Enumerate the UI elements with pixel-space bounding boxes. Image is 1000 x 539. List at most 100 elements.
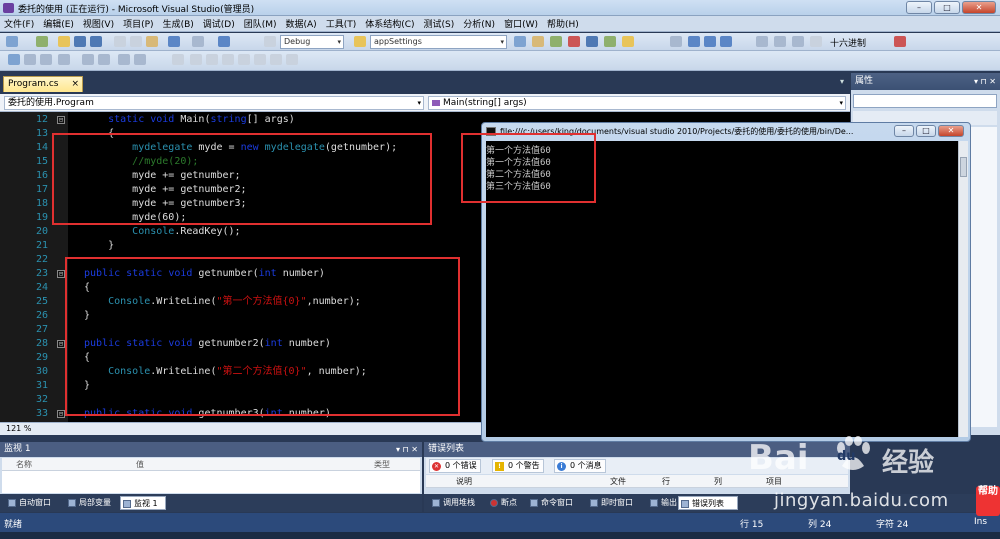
hex-display-toggle[interactable]: 十六进制 — [830, 36, 866, 49]
col-value[interactable]: 值 — [136, 459, 144, 470]
stop-debug-icon[interactable] — [704, 36, 716, 47]
errors-filter-button[interactable]: ✕ 0 个错误 — [429, 459, 481, 473]
bookmark-next-doc-icon[interactable] — [270, 54, 282, 65]
quick-info-icon[interactable] — [40, 54, 52, 65]
bookmark-prev-folder-icon[interactable] — [222, 54, 234, 65]
fold-toggle-icon[interactable]: ⊟ — [57, 410, 65, 418]
panel-buttons[interactable]: ▾ ⊓ ✕ — [974, 73, 996, 90]
tab-immediate-window[interactable]: 即时窗口 — [588, 496, 633, 510]
parameter-info-icon[interactable] — [24, 54, 36, 65]
quick-watch-icon[interactable] — [810, 36, 822, 47]
save-icon[interactable] — [74, 36, 86, 47]
bookmark-toggle-icon[interactable] — [172, 54, 184, 65]
minimize-button[interactable]: – — [906, 1, 932, 14]
decrease-indent-icon[interactable] — [82, 54, 94, 65]
bookmark-prev-icon[interactable] — [190, 54, 202, 65]
find-in-files-icon[interactable] — [354, 36, 366, 47]
breakpoints-icon[interactable] — [894, 36, 906, 47]
restart-icon[interactable] — [720, 36, 732, 47]
tab-list-dropdown-icon[interactable]: ▾ — [840, 77, 844, 86]
tab-watch1[interactable]: 监视 1 — [120, 496, 166, 510]
zoom-level[interactable]: 121 % — [6, 424, 31, 433]
new-project-icon[interactable] — [6, 36, 18, 47]
cut-icon[interactable] — [114, 36, 126, 47]
start-debug-icon[interactable] — [264, 36, 276, 47]
tab-error-list[interactable]: 错误列表 — [678, 496, 738, 510]
save-all-icon[interactable] — [90, 36, 102, 47]
member-dropdown[interactable]: Main(string[] args) ▾ — [428, 96, 846, 110]
continue-icon[interactable] — [670, 36, 682, 47]
break-all-icon[interactable] — [688, 36, 700, 47]
console-scrollbar[interactable] — [958, 141, 968, 437]
object-browser-icon[interactable] — [550, 36, 562, 47]
step-into-icon[interactable] — [756, 36, 768, 47]
menu-edit[interactable]: 编辑(E) — [43, 17, 74, 30]
bookmark-prev-doc-icon[interactable] — [254, 54, 266, 65]
col-project[interactable]: 项目 — [766, 476, 782, 487]
properties-icon[interactable] — [532, 36, 544, 47]
menu-architecture[interactable]: 体系结构(C) — [365, 17, 414, 30]
menu-view[interactable]: 视图(V) — [83, 17, 114, 30]
comment-out-icon[interactable] — [118, 54, 130, 65]
warnings-filter-button[interactable]: ! 0 个警告 — [492, 459, 544, 473]
scrollbar-thumb[interactable] — [960, 157, 967, 177]
navigate-back-icon[interactable] — [218, 36, 230, 47]
menu-tools[interactable]: 工具(T) — [326, 17, 357, 30]
close-button[interactable]: ✕ — [962, 1, 996, 14]
copy-icon[interactable] — [130, 36, 142, 47]
menu-debug[interactable]: 调试(D) — [203, 17, 235, 30]
maximize-button[interactable]: □ — [934, 1, 960, 14]
watch-body[interactable] — [2, 471, 420, 493]
tab-autos[interactable]: 自动窗口 — [6, 496, 51, 510]
help-badge[interactable]: 帮助 — [976, 486, 1000, 516]
display-object-member-list-icon[interactable] — [8, 54, 20, 65]
clear-bookmarks-icon[interactable] — [286, 54, 298, 65]
menu-help[interactable]: 帮助(H) — [547, 17, 579, 30]
find-combo[interactable]: appSettings ▾ — [370, 35, 507, 49]
tab-breakpoints[interactable]: 断点 — [488, 496, 517, 510]
team-explorer-icon[interactable] — [586, 36, 598, 47]
col-file[interactable]: 文件 — [610, 476, 626, 487]
col-column[interactable]: 列 — [714, 476, 722, 487]
tab-command-window[interactable]: 命令窗口 — [528, 496, 573, 510]
menu-data[interactable]: 数据(A) — [286, 17, 317, 30]
step-out-icon[interactable] — [792, 36, 804, 47]
redo-icon[interactable] — [192, 36, 204, 47]
tab-locals[interactable]: 局部变量 — [66, 496, 111, 510]
close-tab-icon[interactable]: × — [71, 77, 79, 92]
start-page-icon[interactable] — [622, 36, 634, 47]
fold-toggle-icon[interactable]: ⊟ — [57, 270, 65, 278]
bookmark-next-folder-icon[interactable] — [238, 54, 250, 65]
tab-call-stack[interactable]: 调用堆栈 — [430, 496, 475, 510]
uncomment-icon[interactable] — [134, 54, 146, 65]
menu-analyze[interactable]: 分析(N) — [463, 17, 495, 30]
col-type[interactable]: 类型 — [374, 459, 390, 470]
properties-object-dropdown[interactable] — [853, 94, 997, 108]
paste-icon[interactable] — [146, 36, 158, 47]
undo-icon[interactable] — [168, 36, 180, 47]
extension-manager-icon[interactable] — [604, 36, 616, 47]
step-over-icon[interactable] — [774, 36, 786, 47]
col-description[interactable]: 说明 — [456, 476, 472, 487]
console-minimize-button[interactable]: – — [894, 125, 914, 137]
col-line[interactable]: 行 — [662, 476, 670, 487]
menu-test[interactable]: 测试(S) — [424, 17, 455, 30]
toolbox-icon[interactable] — [568, 36, 580, 47]
class-dropdown[interactable]: 委托的使用.Program ▾ — [4, 96, 424, 110]
menu-file[interactable]: 文件(F) — [4, 17, 34, 30]
bookmark-next-icon[interactable] — [206, 54, 218, 65]
word-completion-icon[interactable] — [58, 54, 70, 65]
console-close-button[interactable]: ✕ — [938, 125, 964, 137]
menu-window[interactable]: 窗口(W) — [504, 17, 538, 30]
solution-config-dropdown[interactable]: Debug ▾ — [280, 35, 344, 49]
tab-program-cs[interactable]: Program.cs × — [3, 76, 83, 92]
add-item-icon[interactable] — [36, 36, 48, 47]
fold-toggle-icon[interactable]: ⊟ — [57, 340, 65, 348]
open-icon[interactable] — [58, 36, 70, 47]
increase-indent-icon[interactable] — [98, 54, 110, 65]
col-name[interactable]: 名称 — [16, 459, 32, 470]
solution-explorer-icon[interactable] — [514, 36, 526, 47]
tab-output[interactable]: 输出 — [648, 496, 677, 510]
fold-toggle-icon[interactable]: ⊟ — [57, 116, 65, 124]
menu-team[interactable]: 团队(M) — [244, 17, 277, 30]
